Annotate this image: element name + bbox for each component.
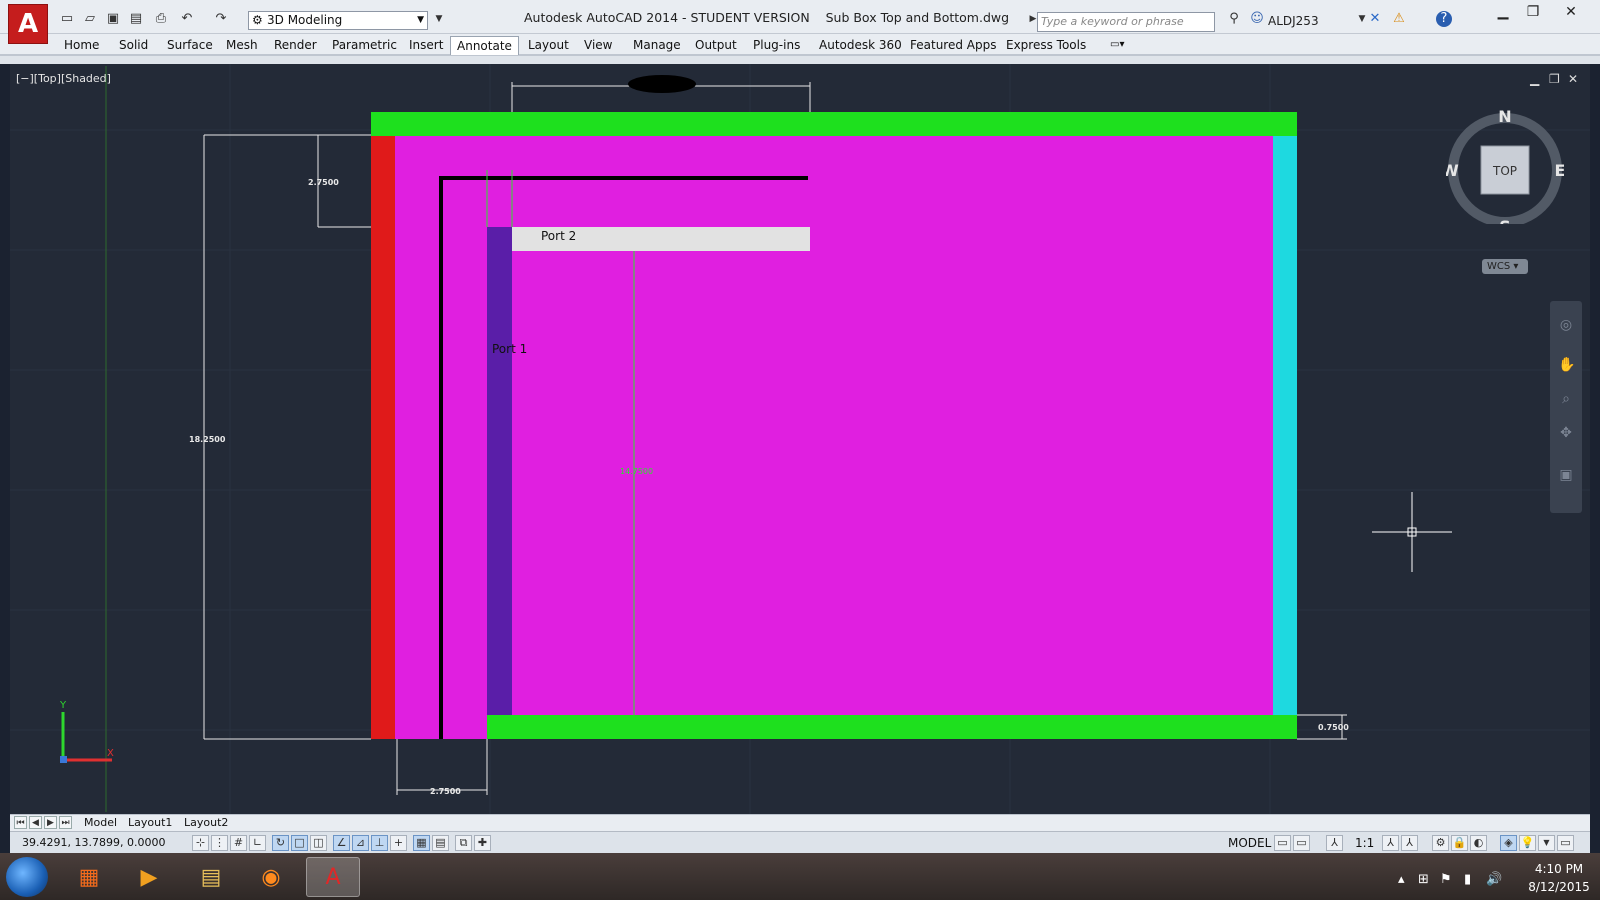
svg-text:Y: Y	[59, 700, 67, 711]
steering-wheel-icon[interactable]: ◎	[1558, 317, 1574, 333]
svg-text:X: X	[107, 748, 114, 759]
compass-west[interactable]: W	[1446, 161, 1459, 180]
dim-wall-thickness[interactable]: 0.7500	[1318, 723, 1349, 732]
viewport-close-icon[interactable]: ✕	[1568, 72, 1578, 86]
viewport-minimize-icon[interactable]: ▁	[1530, 72, 1539, 86]
orbit-icon[interactable]: ✥	[1558, 425, 1574, 441]
viewport-controls-label[interactable]: [−][Top][Shaded]	[16, 72, 111, 85]
port1-wall[interactable]	[487, 227, 512, 715]
pan-icon[interactable]: ✋	[1558, 357, 1575, 373]
right-panel[interactable]	[1273, 136, 1297, 715]
dim-top-offset[interactable]: 2.7500	[308, 178, 339, 187]
crosshair-cursor	[1372, 492, 1452, 572]
showmotion-icon[interactable]: ▣	[1558, 467, 1574, 483]
viewcube[interactable]: TOP N S W E	[1446, 106, 1564, 224]
navigation-bar: ◎ ✋ ⌕ ✥ ▣	[1550, 301, 1582, 513]
viewcube-face[interactable]: TOP	[1492, 164, 1517, 178]
port2-label[interactable]: Port 2	[541, 229, 576, 243]
interior-panel[interactable]	[395, 136, 1273, 716]
drawing-canvas: 2.7500 18.2500 14.7500 2.7500 0.7500 Por…	[10, 64, 1590, 814]
compass-south[interactable]: S	[1499, 217, 1511, 224]
top-panel[interactable]	[371, 112, 1297, 136]
bottom-panel[interactable]	[487, 715, 1297, 739]
compass-north[interactable]: N	[1498, 107, 1511, 126]
application-menu-button[interactable]: A	[8, 4, 48, 44]
dim-inner-height[interactable]: 14.7500	[620, 467, 653, 476]
wcs-menu-button[interactable]: WCS ▾	[1482, 259, 1528, 274]
viewport-restore-icon[interactable]: ❐	[1549, 72, 1560, 86]
dim-overall-height[interactable]: 18.2500	[189, 435, 226, 444]
dim-bottom-width[interactable]: 2.7500	[430, 787, 461, 796]
compass-east[interactable]: E	[1555, 161, 1564, 180]
left-panel[interactable]	[371, 136, 395, 739]
redacted-mark	[628, 75, 696, 93]
port1-label[interactable]: Port 1	[492, 342, 527, 356]
zoom-icon[interactable]: ⌕	[1558, 391, 1574, 407]
wcs-label: WCS	[1487, 261, 1511, 272]
